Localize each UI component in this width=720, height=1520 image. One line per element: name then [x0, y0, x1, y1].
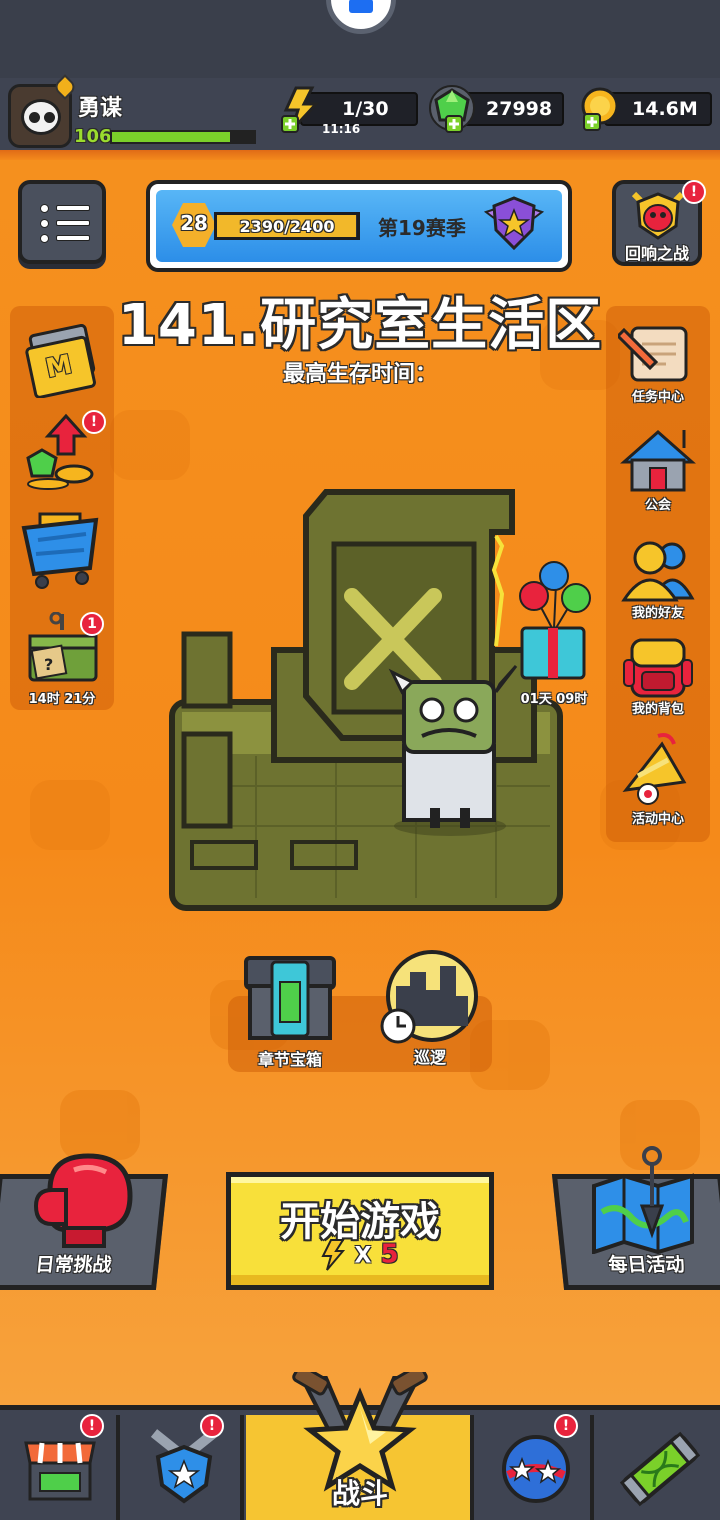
treasure-map-icon	[592, 1146, 694, 1254]
daily-activity-label: 每日活动	[607, 1254, 686, 1276]
guild-house-icon	[620, 429, 696, 492]
season-rank-shield-icon	[484, 196, 544, 251]
backpack-label: 我的背包	[631, 702, 684, 717]
lightning-icon	[281, 86, 320, 133]
guild-label: 公会	[644, 498, 671, 513]
gem-upgrade-badge: !	[82, 410, 106, 434]
friends-label: 我的好友	[631, 606, 684, 621]
panda-face-icon	[21, 99, 61, 135]
backpack-button[interactable]: 我的背包	[618, 634, 698, 718]
start-game-cost: X 5	[231, 1239, 489, 1271]
nav-equipment[interactable]	[124, 1415, 244, 1520]
start-cost-value: 5	[380, 1239, 399, 1270]
events-label: 活动中心	[631, 812, 684, 827]
gold-coin-icon	[581, 87, 619, 131]
balloon-gift-button[interactable]	[512, 558, 596, 688]
svg-text:?: ?	[44, 655, 53, 674]
start-game-button[interactable]: 开始游戏 X 5	[226, 1172, 494, 1290]
nav-battle-label: 战斗	[331, 1477, 388, 1510]
backpack-icon	[623, 638, 693, 698]
energy-cost-icon	[321, 1239, 346, 1271]
patrol-button[interactable]: 巡逻	[376, 946, 484, 1072]
gold-value: 14.6M	[632, 98, 698, 120]
daily-challenge-label: 日常挑战	[34, 1254, 113, 1276]
task-center-label: 任务中心	[631, 390, 684, 405]
friends-button[interactable]: 我的好友	[618, 538, 698, 622]
devil-face-icon	[631, 191, 685, 240]
nav-shop-badge: !	[80, 1414, 104, 1438]
season-progress-text: 2390/2400	[239, 217, 335, 236]
star-orb-icon	[502, 1435, 570, 1503]
scroll-pencil-icon	[615, 326, 688, 382]
energy-timer: 11:16	[322, 122, 361, 136]
player-name: 勇谋	[78, 96, 123, 121]
echo-battle-label: 回响之战	[624, 244, 689, 263]
boxing-glove-icon	[33, 1153, 133, 1248]
start-cost-prefix: X	[354, 1243, 372, 1269]
friends-icon	[621, 541, 695, 602]
party-popper-icon	[622, 733, 687, 805]
medal-shield-icon	[150, 1429, 218, 1504]
treasure-chest-icon	[244, 956, 336, 1040]
nav-evolution[interactable]	[598, 1415, 718, 1520]
stage-lab-illustration[interactable]	[166, 486, 566, 916]
dna-capsule-icon	[620, 1431, 700, 1507]
chapter-chest-label: 章节宝箱	[257, 1050, 322, 1069]
balloon-gift-icon	[519, 561, 591, 680]
menu-button[interactable]	[18, 180, 106, 264]
nav-talents-badge: !	[554, 1414, 578, 1438]
player-level: 106	[74, 126, 112, 147]
patrol-label: 巡逻	[413, 1048, 446, 1067]
shop-stall-icon	[24, 1441, 96, 1501]
shopping-cart-icon	[21, 512, 99, 589]
supply-crate-badge: 1	[80, 612, 104, 636]
gift-timer: 01天 09时	[520, 692, 588, 707]
supply-crate-timer: 14时 21分	[28, 692, 96, 707]
task-center-button[interactable]: 任务中心	[615, 322, 698, 406]
xp-bar-fill	[112, 132, 230, 142]
gems-value: 27998	[486, 98, 553, 120]
nav-equipment-badge: !	[200, 1414, 224, 1438]
shop-cart-button[interactable]	[20, 504, 104, 590]
echo-battle-badge: !	[682, 180, 706, 204]
events-button[interactable]: 活动中心	[618, 730, 698, 827]
season-progress-bar: 2390/2400	[214, 212, 360, 240]
top-bar-divider	[0, 150, 720, 160]
season-level: 28	[180, 211, 208, 235]
gem-icon	[429, 85, 475, 133]
guild-button[interactable]: 公会	[618, 428, 698, 513]
chapter-chest-button[interactable]: 章节宝箱	[242, 952, 338, 1072]
patrol-city-icon	[380, 950, 478, 1044]
energy-value: 1/30	[342, 98, 389, 120]
season-label: 第19赛季	[378, 216, 466, 240]
m-card-button[interactable]: M	[22, 323, 102, 399]
xp-bar	[110, 130, 256, 144]
